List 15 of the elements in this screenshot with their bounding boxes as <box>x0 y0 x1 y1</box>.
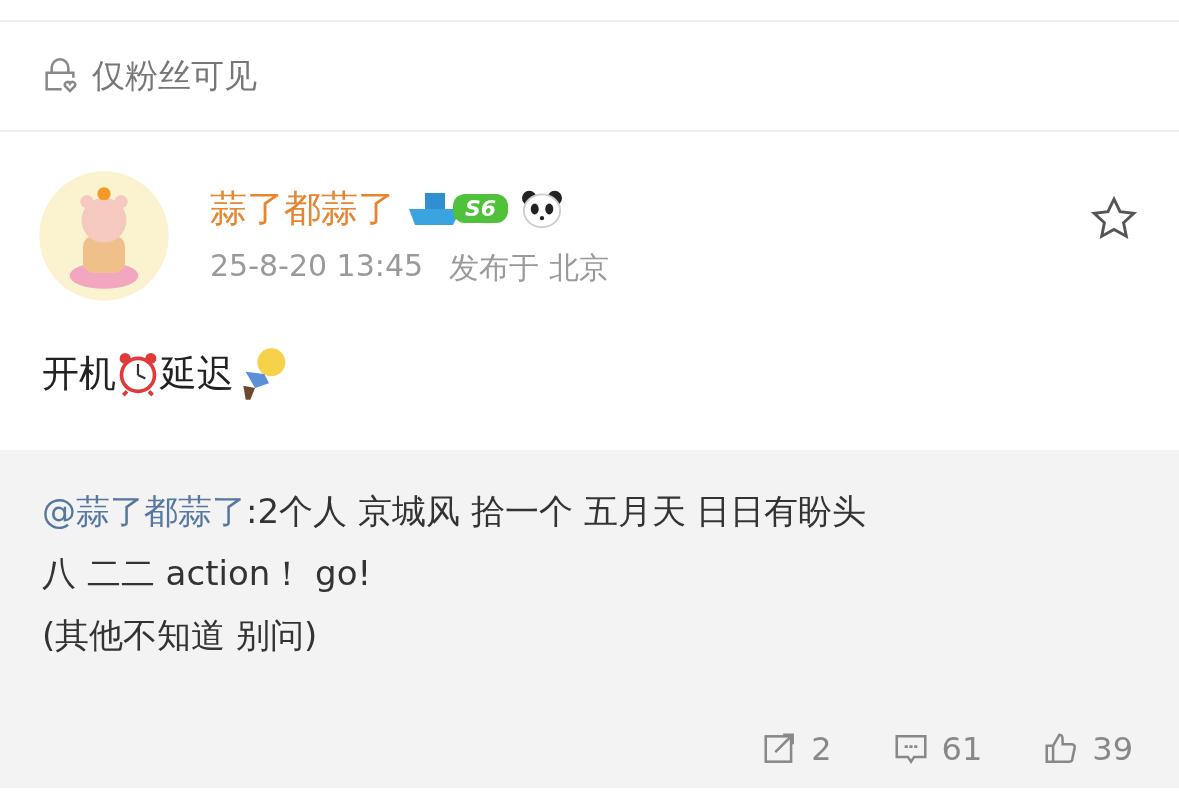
mention-link[interactable]: @蒜了都蒜了 <box>42 491 246 531</box>
comment-button[interactable]: 61 <box>891 730 983 768</box>
quoted-post-text: :2个人 京城风 拾一个 五月天 日日有盼头 <box>246 491 867 531</box>
like-button[interactable]: 39 <box>1042 730 1133 768</box>
post-time: 25-8-20 13:45 <box>210 247 424 285</box>
post-text: 开机 <box>42 351 116 397</box>
panda-icon <box>520 188 565 229</box>
author-name[interactable]: 蒜了都蒜了 <box>210 183 395 234</box>
repost-button[interactable]: 2 <box>761 730 832 768</box>
post-location: 发布于 北京 <box>449 248 609 287</box>
level-badge: S6 <box>453 194 509 223</box>
quoted-post-text: (其他不知道 别问) <box>42 615 318 655</box>
post-text: 延迟 <box>160 351 234 397</box>
quoted-post-text: 八 二二 action！ go! <box>42 553 372 593</box>
visibility-label: 仅粉丝可见 <box>92 54 257 97</box>
